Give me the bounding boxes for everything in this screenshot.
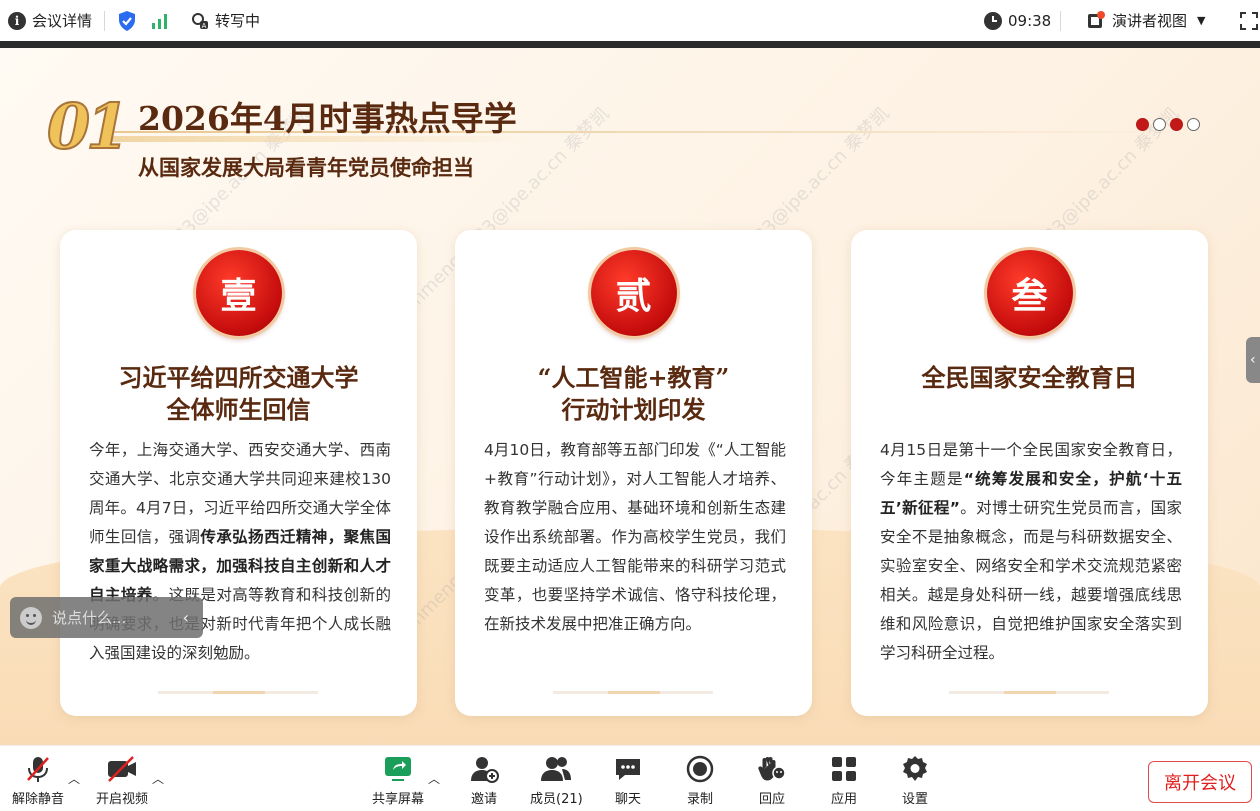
members-button[interactable]: 成员(21): [530, 752, 583, 807]
chat-placeholder: 说点什么...: [52, 609, 127, 627]
card-title-line: 全民国家安全教育日: [921, 363, 1138, 392]
slide-page-dots: [1136, 118, 1200, 131]
mic-muted-icon: [23, 752, 53, 786]
card-title: 习近平给四所交通大学 全体师生回信: [60, 362, 417, 426]
view-mode-dropdown[interactable]: 演讲者视图 ▼: [1086, 10, 1205, 31]
card-title: “人工智能+教育” 行动计划印发: [455, 362, 812, 426]
meeting-details-button[interactable]: i 会议详情: [8, 10, 92, 31]
chat-label: 聊天: [614, 792, 641, 807]
page-dot: [1187, 118, 1200, 131]
settings-button[interactable]: 设置: [900, 752, 930, 807]
chevron-up-icon[interactable]: ︿: [68, 770, 80, 787]
reactions-label: 回应: [758, 792, 785, 807]
card-text: 。对博士研究生党员而言，国家安全不是抽象概念，而是与科研数据安全、实验室安全、网…: [880, 499, 1182, 662]
chevron-down-icon: ▼: [1197, 14, 1206, 27]
members-icon: [540, 752, 572, 786]
topic-card-2: 贰 “人工智能+教育” 行动计划印发 4月10日，教育部等五部门印发《“人工智能…: [455, 230, 812, 716]
add-user-icon: [469, 752, 499, 786]
transcribe-status[interactable]: A 转写中: [191, 10, 260, 31]
members-label: 成员(21): [530, 792, 583, 807]
clock-icon: [984, 11, 1002, 30]
card-footer-bar: [158, 691, 318, 694]
unmute-label: 解除静音: [12, 792, 65, 807]
signal-icon[interactable]: [151, 12, 169, 30]
camera-off-icon: [106, 752, 138, 786]
card-title-line: 全体师生回信: [166, 395, 311, 424]
share-screen-icon: [383, 752, 413, 786]
reactions-button[interactable]: 回应: [757, 752, 787, 807]
card-footer-bar: [553, 691, 713, 694]
meeting-timer: 09:38: [984, 11, 1052, 30]
card-badge: 叁: [986, 250, 1073, 336]
info-icon: i: [8, 11, 26, 30]
card-footer-bar: [949, 691, 1109, 694]
meeting-time: 09:38: [1008, 11, 1052, 30]
emoji-icon[interactable]: [20, 606, 42, 629]
card-title-line: 习近平给四所交通大学: [118, 363, 359, 392]
share-screen-button[interactable]: 共享屏幕: [372, 752, 424, 807]
apps-label: 应用: [830, 792, 857, 807]
card-title: 全民国家安全教育日: [851, 362, 1208, 394]
card-title-line: “人工智能+教育”: [537, 363, 730, 392]
card-body: 4月10日，教育部等五部门印发《“人工智能+教育”行动计划》，对人工智能人才培养…: [484, 436, 786, 639]
chat-icon: [613, 752, 643, 786]
apps-grid-icon: [829, 752, 859, 786]
chat-quick-input[interactable]: 说点什么... ‹: [10, 597, 203, 638]
card-badge: 贰: [590, 250, 677, 336]
record-button[interactable]: 录制: [685, 752, 715, 807]
reaction-hand-icon: [757, 752, 787, 786]
chevron-up-icon[interactable]: ︿: [428, 770, 440, 787]
view-mode-label: 演讲者视图: [1112, 12, 1188, 30]
invite-label: 邀请: [470, 792, 497, 807]
page-dot: [1170, 118, 1183, 131]
card-body: 4月15日是第十一个全民国家安全教育日，今年主题是“统筹发展和安全，护航‘十五五…: [880, 436, 1182, 668]
security-shield-icon[interactable]: [117, 10, 137, 32]
leave-meeting-button[interactable]: 离开会议: [1148, 761, 1252, 803]
topic-card-1: 壹 习近平给四所交通大学 全体师生回信 今年，上海交通大学、西安交通大学、西南交…: [60, 230, 417, 716]
transcribe-label: 转写中: [215, 12, 261, 30]
meeting-toolbar: 解除静音 ︿ 开启视频 ︿ 共享屏幕 ︿ 邀请 成员(21) 聊天 录制 回应 …: [0, 745, 1260, 811]
card-badge: 壹: [195, 250, 282, 336]
speaker-view-icon: [1086, 10, 1106, 31]
section-number: 01: [46, 89, 130, 164]
meeting-details-label: 会议详情: [32, 12, 93, 30]
chevron-left-icon[interactable]: ‹: [183, 608, 189, 627]
chevron-left-icon: ‹: [1250, 352, 1256, 368]
divider: [104, 10, 106, 31]
shared-screen-border: [0, 41, 1260, 48]
share-screen-label: 共享屏幕: [372, 792, 425, 807]
record-icon: [685, 752, 715, 786]
record-label: 录制: [686, 792, 713, 807]
page-dot: [1136, 118, 1149, 131]
settings-label: 设置: [901, 792, 928, 807]
slide-subtitle: 从国家发展大局看青年党员使命担当: [138, 155, 474, 180]
card-title-line: 行动计划印发: [561, 395, 706, 424]
chevron-up-icon[interactable]: ︿: [152, 770, 164, 787]
slide-title: 2026年4月时事热点导学: [138, 99, 517, 138]
topic-card-3: 叁 全民国家安全教育日 4月15日是第十一个全民国家安全教育日，今年主题是“统筹…: [851, 230, 1208, 716]
meeting-topbar: i 会议详情 A 转写中 09:38 演讲者视图 ▼: [0, 0, 1260, 41]
transcribe-icon: A: [192, 12, 209, 30]
divider: [1060, 10, 1061, 31]
card-text: 4月10日，教育部等五部门印发《“人工智能+教育”行动计划》，对人工智能人才培养…: [484, 441, 786, 633]
shared-slide: qinmengkai23@ipe.ac.cn 秦梦凯 qinmengkai23@…: [0, 48, 1260, 745]
side-panel-toggle[interactable]: ‹: [1246, 337, 1260, 383]
gear-icon: [900, 752, 930, 786]
start-video-button[interactable]: 开启视频: [96, 752, 148, 807]
page-dot: [1153, 118, 1166, 131]
svg-text:A: A: [202, 23, 207, 30]
unmute-button[interactable]: 解除静音: [12, 752, 64, 807]
start-video-label: 开启视频: [96, 792, 149, 807]
invite-button[interactable]: 邀请: [469, 752, 499, 807]
apps-button[interactable]: 应用: [829, 752, 859, 807]
fullscreen-icon[interactable]: [1240, 11, 1258, 30]
chat-button[interactable]: 聊天: [613, 752, 643, 807]
